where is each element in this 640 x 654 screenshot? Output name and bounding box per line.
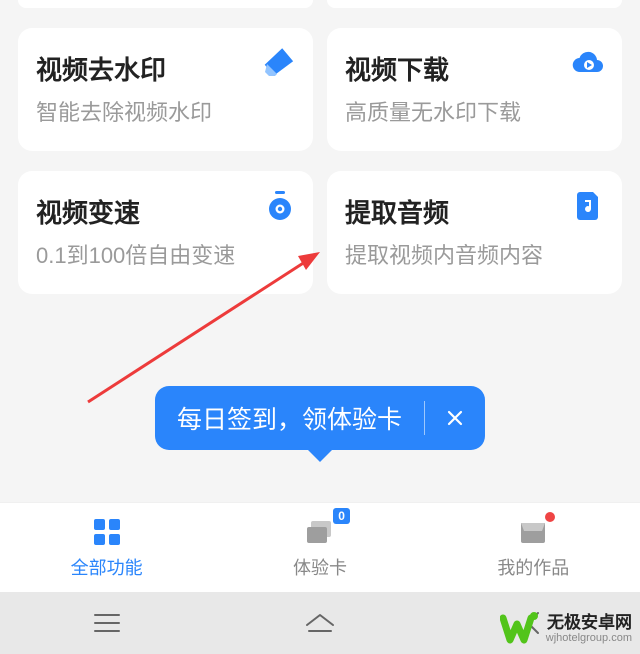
tooltip-text: 每日签到，领体验卡 xyxy=(155,400,424,436)
card-title: 视频下载 xyxy=(345,50,604,87)
card-remove-watermark[interactable]: 视频去水印 智能去除视频水印 xyxy=(18,28,313,151)
checkin-tooltip: 每日签到，领体验卡 xyxy=(155,386,485,450)
card-subtitle: 0.1到100倍自由变速 xyxy=(36,238,295,270)
cards-icon: 0 xyxy=(302,516,338,548)
tab-badge: 0 xyxy=(333,508,350,524)
tab-experience-card[interactable]: 0 体验卡 xyxy=(213,503,426,592)
watermark-url: wjhotelgroup.com xyxy=(546,632,632,644)
tooltip-close-button[interactable] xyxy=(425,408,485,428)
card-title: 视频去水印 xyxy=(36,50,295,87)
tab-label: 我的作品 xyxy=(497,554,569,580)
card-title: 提取音频 xyxy=(345,193,604,230)
hamburger-icon xyxy=(92,612,122,634)
tab-my-works[interactable]: 我的作品 xyxy=(427,503,640,592)
close-icon xyxy=(445,408,465,428)
cloud-download-icon xyxy=(572,46,606,80)
audio-file-icon xyxy=(572,189,606,223)
bottom-tabbar: 全部功能 0 体验卡 我的作品 xyxy=(0,502,640,592)
nav-recents-button[interactable] xyxy=(67,601,147,645)
tooltip-pointer xyxy=(306,448,334,462)
placeholder-row xyxy=(18,0,622,8)
card-subtitle: 高质量无水印下载 xyxy=(345,95,604,127)
eraser-icon xyxy=(263,46,297,80)
watermark-logo-icon xyxy=(500,610,540,648)
notification-dot xyxy=(545,512,555,522)
watermark: 无极安卓网 wjhotelgroup.com xyxy=(500,610,632,648)
card-download-video[interactable]: 视频下载 高质量无水印下载 xyxy=(327,28,622,151)
card-title: 视频变速 xyxy=(36,193,295,230)
tab-label: 体验卡 xyxy=(293,554,347,580)
inbox-icon xyxy=(515,516,551,548)
card-subtitle: 提取视频内音频内容 xyxy=(345,238,604,270)
tab-label: 全部功能 xyxy=(71,554,143,580)
stopwatch-icon xyxy=(263,189,297,223)
watermark-title: 无极安卓网 xyxy=(546,614,632,633)
card-speed-change[interactable]: 视频变速 0.1到100倍自由变速 xyxy=(18,171,313,294)
grid-icon xyxy=(89,516,125,548)
card-subtitle: 智能去除视频水印 xyxy=(36,95,295,127)
card-extract-audio[interactable]: 提取音频 提取视频内音频内容 xyxy=(327,171,622,294)
home-icon xyxy=(303,611,337,635)
tab-all-features[interactable]: 全部功能 xyxy=(0,503,213,592)
nav-home-button[interactable] xyxy=(280,601,360,645)
